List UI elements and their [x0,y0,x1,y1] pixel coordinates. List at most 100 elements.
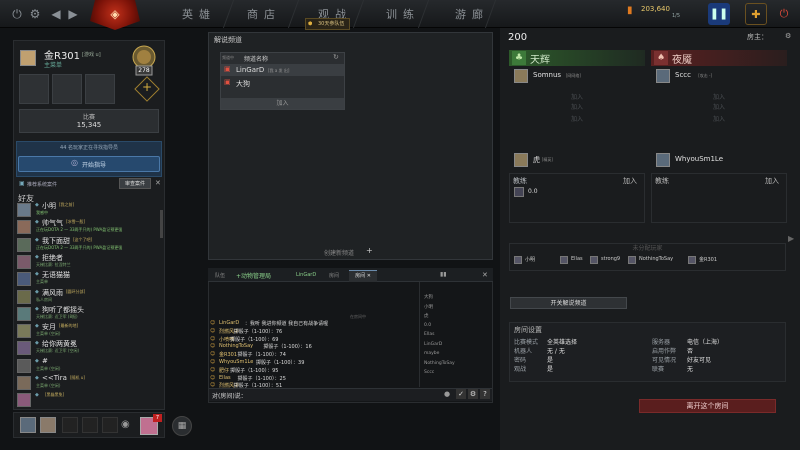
review-case-button[interactable]: 审查案件 [119,178,151,189]
close-icon[interactable]: ✕ [482,271,488,279]
player-avatar[interactable] [656,153,670,167]
nav-heroes[interactable]: 英雄 [182,6,216,22]
empty-party-slot[interactable] [102,417,118,433]
radiant-join-slot[interactable]: 加入 [509,102,645,111]
check-icon[interactable]: ✓ [456,389,466,399]
friend-avatar[interactable] [17,393,31,408]
friend-avatar[interactable] [17,254,31,269]
chat-member[interactable]: Sccc [424,370,434,375]
showcase-slot[interactable] [19,74,49,104]
emoticon-icon[interactable]: ● [444,390,450,398]
chat-member[interactable]: LinGarD [424,342,442,347]
showcase-slot[interactable] [52,74,82,104]
unassigned-player[interactable]: NothingToSay [639,256,673,262]
chat-sender[interactable]: 金R301 [219,351,237,358]
friend-avatar[interactable] [17,203,31,217]
friend-avatar[interactable] [17,376,31,390]
radiant-join-slot[interactable]: 加入 [509,114,645,123]
chat-input[interactable] [246,389,438,399]
friend-avatar[interactable] [17,358,31,373]
unassigned-player[interactable]: strong9 [601,256,620,262]
unassigned-avatar[interactable] [560,256,568,264]
chat-tab[interactable]: LinGarD [296,272,316,278]
player-avatar[interactable] [656,69,670,83]
voice-icon[interactable]: ◉ [121,419,130,430]
help-icon[interactable]: ? [480,389,490,399]
friend-avatar[interactable] [17,237,31,252]
dire-join-slot[interactable]: 加入 [651,102,787,111]
dire-join-slot[interactable]: 加入 [651,114,787,123]
player-name[interactable]: Sccc [675,71,691,79]
party-member-avatar[interactable] [20,417,36,433]
friend-avatar[interactable] [17,306,31,321]
friend-avatar[interactable] [17,272,31,287]
chat-sender[interactable]: LinGarD [219,320,239,326]
nav-store[interactable]: 商店 [247,6,281,22]
settings-gear-icon[interactable]: ⚙ [26,5,44,23]
join-channel-button[interactable]: 加入 [221,98,344,109]
chat-sender[interactable]: WhyouSm1Le [219,359,253,365]
chat-members-icon[interactable]: ▮▮ [440,271,447,278]
party-member-avatar[interactable] [40,417,56,433]
chevron-right-icon[interactable]: ▶ [788,234,794,243]
profile-avatar[interactable] [20,50,36,66]
nav-learn[interactable]: 训练 [386,6,420,22]
chat-member[interactable]: 虎 [424,313,429,319]
friends-scrollbar[interactable] [160,210,163,238]
chat-sender[interactable]: NothingToSay [219,343,253,349]
nav-arcade[interactable]: 游廊 [455,6,489,22]
pause-status-icon[interactable]: ❚❚ [708,3,730,25]
exit-icon[interactable]: ⏻ [8,5,26,23]
chat-tab[interactable]: +动物管理局 [236,271,271,280]
chat-member[interactable]: maybe [424,351,439,356]
unassigned-avatar[interactable] [688,256,696,264]
chat-tab[interactable]: 房间 [329,272,339,279]
create-channel-button[interactable]: 创建新频道 [324,248,354,257]
close-icon[interactable]: ✕ [155,179,161,187]
party-queue-tab[interactable]: ⬢ 30天参队伍 [305,18,350,30]
unassigned-player[interactable]: 小明 [525,256,535,263]
shards-counter[interactable]: ▮ 203,640 1/5 [627,5,695,23]
plus-icon[interactable]: + [366,246,373,255]
settings-gear-icon[interactable]: ⚙ [468,389,478,399]
plus-subscription-icon[interactable]: ✚ [745,3,767,25]
leave-lobby-button[interactable]: 离开这个房间 [639,399,776,413]
friend-name[interactable]: # [42,357,48,365]
refresh-icon[interactable]: ↻ [333,53,339,61]
player-avatar[interactable] [514,69,528,83]
settings-gear-icon[interactable]: ⚙ [785,32,791,40]
friend-avatar[interactable] [17,220,31,235]
chat-member[interactable]: 0.0 [424,323,431,328]
friend-avatar[interactable] [17,289,31,304]
unassigned-avatar[interactable] [628,256,636,264]
showcase-slot[interactable] [85,74,115,104]
radiant-coach-join[interactable]: 加入 [623,176,637,186]
player-avatar[interactable] [514,153,528,167]
forward-arrow-icon[interactable]: ▶ [64,5,82,23]
empty-party-slot[interactable] [82,417,98,433]
back-arrow-icon[interactable]: ◀ [47,5,65,23]
player-name[interactable]: Somnus [533,71,561,79]
friend-name[interactable]: <<Tira [42,374,67,382]
power-icon[interactable]: ⏻ [773,3,795,25]
chat-tab-active[interactable]: 房间 ✕ [349,270,377,282]
chat-member[interactable]: Ellas [424,332,434,337]
chat-member[interactable]: NothingToSay [424,361,455,366]
unassigned-player[interactable]: 金R301 [699,256,717,263]
radiant-join-slot[interactable]: 加入 [509,92,645,101]
player-name[interactable]: WhyouSm1Le [675,155,723,163]
toggle-caster-channel-button[interactable]: 开关解说频道 [510,297,627,309]
friend-avatar[interactable] [17,324,31,339]
chat-sender[interactable]: Ellas [219,375,231,381]
unassigned-avatar[interactable] [590,256,598,264]
empty-party-slot[interactable] [62,417,78,433]
chat-member[interactable]: 大狗 [424,294,433,300]
chat-wheel-icon[interactable]: ▦ [172,416,192,436]
friend-avatar[interactable] [17,341,31,356]
unassigned-avatar[interactable] [514,256,522,264]
chat-tab[interactable]: 队伍 [215,272,225,279]
unassigned-player[interactable]: Ellas [571,256,583,262]
chat-sender[interactable]: 肥仔 [219,367,229,374]
player-name[interactable]: 虎 [533,155,540,165]
dire-coach-join[interactable]: 加入 [765,176,779,186]
